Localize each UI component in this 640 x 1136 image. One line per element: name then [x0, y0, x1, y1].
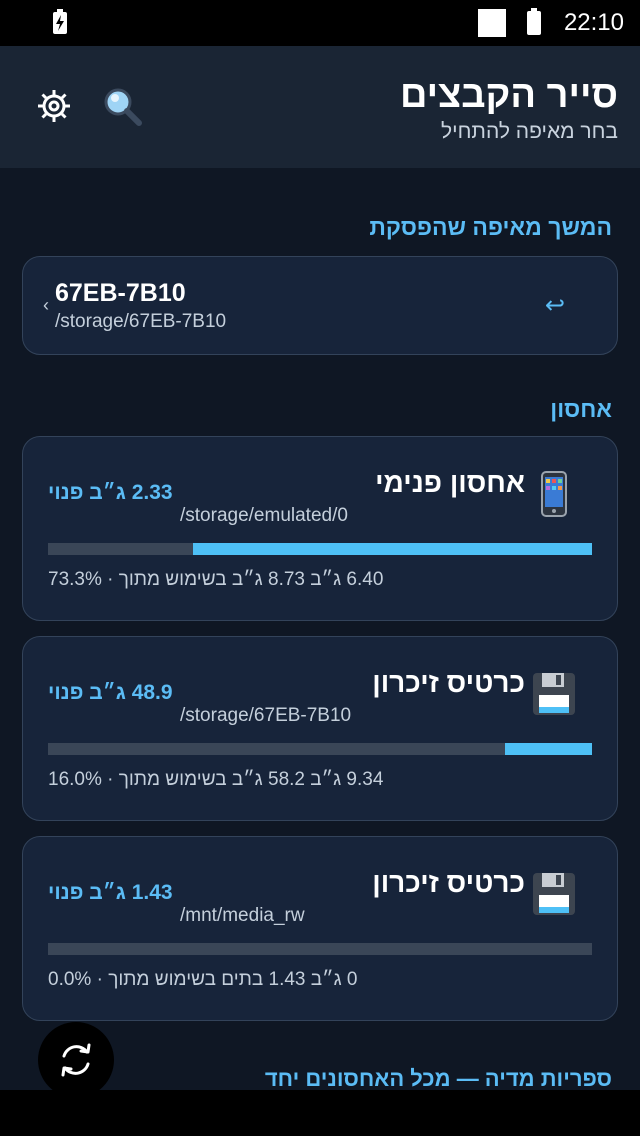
page-subtitle: בחר מאיפה להתחיל [441, 120, 618, 143]
floppy-disk-icon [533, 673, 575, 715]
storage-name: כרטיס זיכרון [372, 867, 525, 898]
usage-bar-fill [193, 543, 592, 555]
battery-charging-icon [53, 9, 67, 34]
storage-usage: 6.40 ג״ב 8.73 ג״ב בשימוש מתוך · 73.3% [48, 569, 384, 590]
storage-path: /storage/emulated/0 [180, 505, 348, 526]
refresh-icon [61, 1043, 91, 1077]
resume-section-title: המשך מאיפה שהפסקת [369, 214, 612, 240]
return-arrow-icon: ↩ [545, 292, 566, 319]
page-title: סייר הקבצים [400, 74, 618, 116]
phone-icon [541, 471, 567, 517]
usage-bar [48, 743, 592, 755]
storage-name: אחסון פנימי [375, 467, 525, 498]
storage-free: 2.33 ג״ב פנוי [48, 481, 173, 504]
storage-usage: 9.34 ג״ב 58.2 ג״ב בשימוש מתוך · 16.0% [48, 769, 384, 790]
search-icon[interactable] [100, 84, 144, 128]
storage-free: 1.43 ג״ב פנוי [48, 881, 173, 904]
gear-icon[interactable] [32, 84, 76, 128]
app-bar: סייר הקבצים בחר מאיפה להתחיל [0, 46, 640, 168]
storage-usage: 0 ג״ב 1.43 בתים בשימוש מתוך · 0.0% [48, 969, 358, 990]
navigation-bar [0, 1090, 640, 1136]
status-time: 22:10 [563, 9, 624, 36]
resume-path: /storage/67EB-7B10 [55, 311, 227, 332]
storage-section-title: אחסון [550, 396, 612, 422]
storage-path: /mnt/media_rw [180, 905, 305, 926]
usage-bar [48, 543, 592, 555]
media-section-title: ספריות מדיה — מכל האחסונים יחד [264, 1066, 612, 1091]
chevron-left-icon: ‹ [43, 295, 49, 315]
refresh-button[interactable] [38, 1022, 114, 1098]
resume-name: 67EB-7B10 [55, 279, 186, 307]
usage-bar [48, 943, 592, 955]
battery-icon [527, 8, 541, 35]
storage-card-internal[interactable]: אחסון פנימי 2.33 ג״ב פנוי /storage/emula… [22, 436, 618, 621]
resume-card[interactable]: ‹ 67EB-7B10 /storage/67EB-7B10 ↩ [22, 256, 618, 355]
notification-square-icon [478, 9, 506, 37]
usage-bar-fill [504, 743, 592, 755]
storage-path: /storage/67EB-7B10 [180, 705, 352, 726]
storage-name: כרטיס זיכרון [372, 667, 525, 698]
floppy-disk-icon [533, 873, 575, 915]
status-bar: 22:10 [0, 0, 640, 46]
storage-card-sd-2[interactable]: כרטיס זיכרון 1.43 ג״ב פנוי /mnt/media_rw… [22, 836, 618, 1021]
storage-card-sd-1[interactable]: כרטיס זיכרון 48.9 ג״ב פנוי /storage/67EB… [22, 636, 618, 821]
storage-free: 48.9 ג״ב פנוי [48, 681, 173, 704]
